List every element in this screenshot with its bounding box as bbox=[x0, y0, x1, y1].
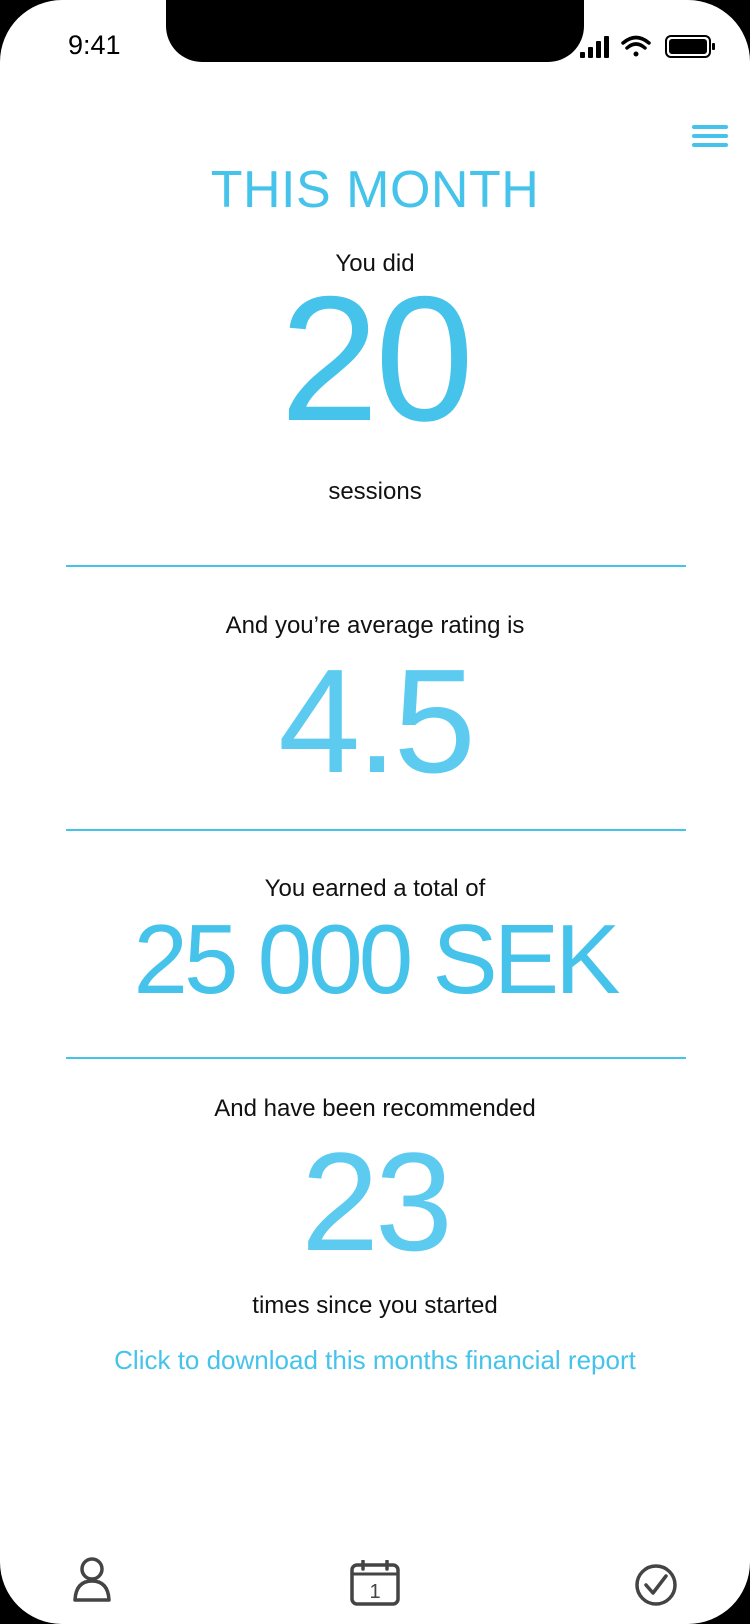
rating-intro: And you’re average rating is bbox=[225, 612, 525, 639]
signal-icon bbox=[580, 36, 609, 58]
earnings-total: 25 000 SEK bbox=[133, 904, 620, 1014]
recommendations-suffix: times since you started bbox=[252, 1292, 498, 1319]
sessions-suffix: sessions bbox=[328, 478, 422, 505]
download-report-link[interactable]: Click to download this months financial … bbox=[0, 1345, 750, 1376]
person-icon[interactable] bbox=[72, 1555, 112, 1603]
battery-icon bbox=[665, 35, 715, 58]
divider bbox=[66, 1057, 686, 1059]
hamburger-menu-icon[interactable] bbox=[692, 124, 728, 148]
wifi-icon bbox=[621, 35, 651, 57]
divider bbox=[66, 565, 686, 567]
earnings-intro: You earned a total of bbox=[264, 875, 486, 902]
recommendations-intro: And have been recommended bbox=[214, 1095, 536, 1122]
notch bbox=[166, 0, 584, 62]
average-rating: 4.5 bbox=[278, 639, 476, 804]
phone-screen: 9:41 THIS MONTH You did 20 sessions And … bbox=[0, 0, 750, 1624]
status-time: 9:41 bbox=[68, 30, 121, 60]
checkmark-circle-icon[interactable] bbox=[634, 1563, 678, 1607]
status-icons bbox=[580, 35, 715, 58]
calendar-icon[interactable]: 1 bbox=[350, 1560, 400, 1606]
calendar-badge: 1 bbox=[369, 1581, 380, 1603]
sessions-count: 20 bbox=[280, 259, 474, 458]
recommendations-count: 23 bbox=[301, 1123, 453, 1280]
page-title: THIS MONTH bbox=[210, 161, 540, 219]
divider bbox=[66, 829, 686, 831]
